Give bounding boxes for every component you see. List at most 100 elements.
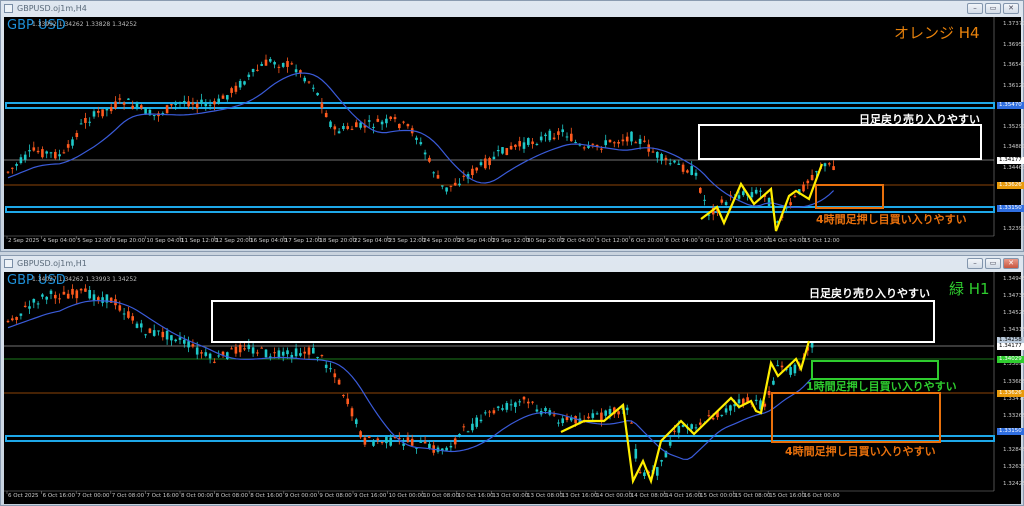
candle-body — [423, 152, 427, 155]
candle-body — [213, 101, 216, 105]
candle-body — [557, 422, 560, 424]
candle-body — [810, 174, 814, 180]
candle-body — [724, 408, 728, 413]
maximize-button[interactable]: ▭ — [985, 258, 1001, 269]
candle-body — [367, 120, 371, 122]
candle-body — [772, 380, 775, 385]
candle-body — [475, 417, 478, 427]
price-tick-label: 1.34945 — [1003, 276, 1024, 282]
candle-body — [823, 163, 827, 167]
candle-body — [690, 424, 693, 429]
candle-body — [320, 102, 324, 108]
candle-body — [178, 337, 182, 340]
candle-body — [256, 352, 259, 354]
candle-body — [152, 115, 156, 117]
candle-body — [509, 145, 513, 150]
price-chart-h4[interactable]: GBP USD 1.33992 1.34262 1.33828 1.34252 … — [4, 17, 1024, 249]
candle-body — [638, 138, 642, 144]
candle-body — [234, 85, 238, 92]
title-bar[interactable]: GBPUSD.oj1m,H1 – ▭ ✕ — [1, 256, 1023, 272]
candle-body — [643, 140, 646, 142]
candle-body — [393, 117, 397, 120]
candle-body — [449, 445, 453, 448]
candle-body — [6, 320, 10, 323]
candle-body — [380, 442, 384, 444]
candle-body — [462, 175, 466, 177]
candle-body — [608, 408, 612, 415]
time-tick-label: 10 Oct 20:00 — [734, 238, 771, 244]
buy-zone-h4-label: 4時間足押し目買い入りやすい — [785, 445, 936, 458]
candle-body — [88, 121, 91, 123]
candle-body — [535, 143, 539, 145]
minimize-button[interactable]: – — [967, 258, 983, 269]
candle-body — [565, 136, 569, 138]
time-tick-label: 9 Oct 16:00 — [354, 493, 387, 499]
candle-body — [617, 141, 620, 144]
candle-body — [165, 330, 169, 340]
candle-body — [372, 441, 375, 446]
candle-body — [62, 152, 66, 154]
candle-body — [501, 147, 504, 154]
candle-body — [187, 101, 190, 107]
candle-body — [445, 187, 448, 192]
minimize-button[interactable]: – — [967, 3, 983, 14]
candle-body — [58, 154, 61, 157]
close-button[interactable]: ✕ — [1003, 258, 1019, 269]
candle-body — [471, 423, 474, 431]
title-bar[interactable]: GBPUSD.oj1m,H4 – ▭ ✕ — [1, 1, 1023, 17]
candle-body — [535, 409, 539, 412]
candle-body — [11, 167, 14, 169]
time-tick-label: 15 Oct 12:00 — [803, 238, 840, 244]
candle-body — [754, 399, 758, 402]
candle-body — [243, 348, 246, 350]
candle-body — [243, 81, 246, 85]
candle-body — [604, 140, 607, 146]
candle-body — [264, 59, 268, 66]
candle-body — [324, 112, 328, 118]
candle-body — [342, 125, 345, 130]
candle-body — [574, 142, 577, 144]
candle-body — [273, 62, 276, 65]
candle-body — [355, 419, 358, 424]
candle-body — [630, 131, 633, 142]
candle-body — [251, 68, 255, 73]
time-tick-label: 14 Oct 16:00 — [665, 493, 702, 499]
candle-body — [247, 74, 251, 78]
candle-body — [191, 344, 195, 347]
time-tick-label: 9 Oct 00:00 — [284, 493, 318, 499]
time-tick-label: 2 Oct 04:00 — [561, 238, 594, 244]
candle-body — [350, 408, 354, 417]
candle-body — [419, 142, 423, 145]
candle-body — [600, 148, 603, 150]
time-tick-label: 29 Sep 12:00 — [492, 238, 530, 244]
time-tick-label: 3 Oct 12:00 — [596, 238, 629, 244]
candle-body — [367, 436, 371, 438]
support-resistance-band-upper_blue — [5, 102, 995, 109]
candle-body — [776, 365, 779, 367]
candle-body — [694, 172, 698, 176]
candle-body — [264, 349, 268, 358]
candle-body — [423, 441, 427, 444]
chart-window-h1: GBPUSD.oj1m,H1 – ▭ ✕ GBP USD 1.34027 1.342… — [0, 255, 1024, 506]
maximize-button[interactable]: ▭ — [985, 3, 1001, 14]
candle-body — [724, 202, 728, 205]
candle-body — [466, 431, 470, 433]
price-tick-label: 1.34460 — [1003, 164, 1024, 171]
time-tick-label: 10 Oct 08:00 — [423, 493, 460, 499]
candle-body — [195, 103, 199, 109]
candle-body — [686, 170, 689, 173]
candle-body — [23, 305, 27, 308]
candle-body — [458, 433, 461, 435]
price-tag-lower_blue: 1.33150 — [997, 205, 1024, 212]
candle-body — [230, 88, 233, 93]
candle-body — [101, 109, 104, 117]
price-chart-h1[interactable]: GBP USD 1.34027 1.34262 1.33993 1.34252 … — [4, 272, 1024, 504]
time-tick-label: 15 Oct 00:00 — [700, 493, 736, 499]
candle-body — [54, 294, 57, 299]
candle-body — [299, 353, 302, 356]
close-button[interactable]: ✕ — [1003, 3, 1019, 14]
candle-body — [694, 427, 698, 429]
candle-body — [436, 175, 440, 179]
candle-body — [613, 142, 616, 144]
candle-body — [544, 407, 547, 411]
